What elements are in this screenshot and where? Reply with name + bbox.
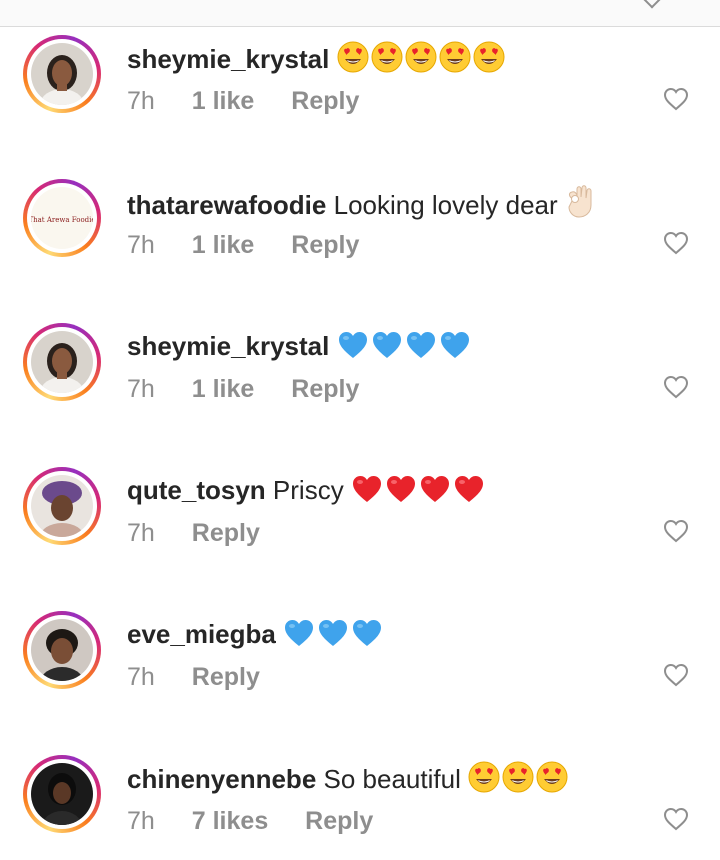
comment-row: chinenyennebe So beautiful 7h 7 likes Re… (0, 750, 720, 860)
red-heart-emoji-icon (385, 474, 417, 512)
comment-row: sheymie_krystal 7h 1 like Reply (0, 30, 720, 140)
blue-heart-emoji-icon (405, 330, 437, 368)
reply-button[interactable]: Reply (192, 663, 260, 691)
comment-meta: 7h 1 like Reply (127, 229, 389, 261)
avatar[interactable] (31, 475, 93, 537)
comment-time: 7h (127, 663, 155, 691)
emoji-group (337, 41, 507, 74)
emoji-group (283, 619, 385, 649)
blue-heart-emoji-icon (371, 330, 403, 368)
comment-row: sheymie_krystal 7h 1 like Reply (0, 318, 720, 428)
comment-row: That Arewa Foodie thatarewafoodie Lookin… (0, 174, 720, 284)
avatar[interactable] (31, 43, 93, 105)
comment-meta: 7h 1 like Reply (127, 373, 389, 405)
comment-text: thatarewafoodie Looking lovely dear (127, 185, 597, 227)
like-heart-icon[interactable] (663, 375, 689, 399)
red-heart-emoji-icon (453, 474, 485, 512)
comment-body: Looking lovely dear (333, 190, 558, 220)
comment-username[interactable]: qute_tosyn (127, 475, 266, 505)
heart-eyes-emoji-icon (473, 41, 505, 81)
comment-likes[interactable]: 7 likes (192, 807, 268, 835)
comment-meta: 7h Reply (127, 517, 290, 549)
blue-heart-emoji-icon (317, 618, 349, 656)
emoji-group (468, 761, 570, 794)
red-heart-emoji-icon (351, 474, 383, 512)
emoji-group (565, 185, 597, 220)
emoji-group (351, 475, 487, 505)
comment-username[interactable]: chinenyennebe (127, 764, 316, 794)
heart-eyes-emoji-icon (337, 41, 369, 81)
blue-heart-emoji-icon (283, 618, 315, 656)
blue-heart-emoji-icon (337, 330, 369, 368)
avatar-story-ring[interactable] (23, 35, 101, 113)
comment-text: qute_tosyn Priscy (127, 473, 487, 512)
like-heart-icon[interactable] (663, 231, 689, 255)
avatar[interactable] (31, 619, 93, 681)
comment-time: 7h (127, 519, 155, 547)
reply-button[interactable]: Reply (305, 807, 373, 835)
chevron-icon (643, 0, 661, 9)
comment-text: sheymie_krystal (127, 41, 507, 81)
previous-content-edge (0, 0, 720, 27)
reply-button[interactable]: Reply (192, 519, 260, 547)
heart-eyes-emoji-icon (502, 761, 534, 801)
foodie-logo-text: That Arewa Foodie (31, 216, 93, 224)
like-heart-icon[interactable] (663, 519, 689, 543)
comment-username[interactable]: thatarewafoodie (127, 190, 326, 220)
comment-meta: 7h 1 like Reply (127, 85, 389, 117)
comment-row: eve_miegba 7h Reply (0, 606, 720, 716)
comment-meta: 7h Reply (127, 661, 290, 693)
avatar-story-ring[interactable] (23, 755, 101, 833)
heart-eyes-emoji-icon (439, 41, 471, 81)
like-heart-icon[interactable] (663, 663, 689, 687)
avatar[interactable]: That Arewa Foodie (31, 187, 93, 249)
avatar[interactable] (31, 763, 93, 825)
avatar-story-ring[interactable] (23, 611, 101, 689)
like-heart-icon[interactable] (663, 807, 689, 831)
avatar-story-ring[interactable] (23, 467, 101, 545)
avatar-story-ring[interactable] (23, 323, 101, 401)
reply-button[interactable]: Reply (291, 87, 359, 115)
heart-eyes-emoji-icon (405, 41, 437, 81)
comment-username[interactable]: sheymie_krystal (127, 44, 329, 74)
comment-text: sheymie_krystal (127, 329, 473, 368)
comment-likes[interactable]: 1 like (192, 87, 255, 115)
comment-body: Priscy (272, 475, 344, 505)
reply-button[interactable]: Reply (291, 231, 359, 259)
comment-text: eve_miegba (127, 617, 385, 656)
comment-username[interactable]: eve_miegba (127, 619, 276, 649)
comment-meta: 7h 7 likes Reply (127, 805, 403, 837)
comment-time: 7h (127, 375, 155, 403)
comment-time: 7h (127, 231, 155, 259)
heart-eyes-emoji-icon (536, 761, 568, 801)
ok-hand-emoji-icon (565, 185, 595, 227)
comment-time: 7h (127, 87, 155, 115)
emoji-group (337, 331, 473, 361)
comment-username[interactable]: sheymie_krystal (127, 331, 329, 361)
reply-button[interactable]: Reply (291, 375, 359, 403)
comment-likes[interactable]: 1 like (192, 231, 255, 259)
blue-heart-emoji-icon (351, 618, 383, 656)
avatar-story-ring[interactable]: That Arewa Foodie (23, 179, 101, 257)
comment-text: chinenyennebe So beautiful (127, 761, 570, 801)
comment-time: 7h (127, 807, 155, 835)
red-heart-emoji-icon (419, 474, 451, 512)
avatar[interactable] (31, 331, 93, 393)
comment-row: qute_tosyn Priscy 7h Reply (0, 462, 720, 572)
like-heart-icon[interactable] (663, 87, 689, 111)
heart-eyes-emoji-icon (371, 41, 403, 81)
heart-eyes-emoji-icon (468, 761, 500, 801)
comment-body: So beautiful (323, 764, 461, 794)
comment-likes[interactable]: 1 like (192, 375, 255, 403)
blue-heart-emoji-icon (439, 330, 471, 368)
